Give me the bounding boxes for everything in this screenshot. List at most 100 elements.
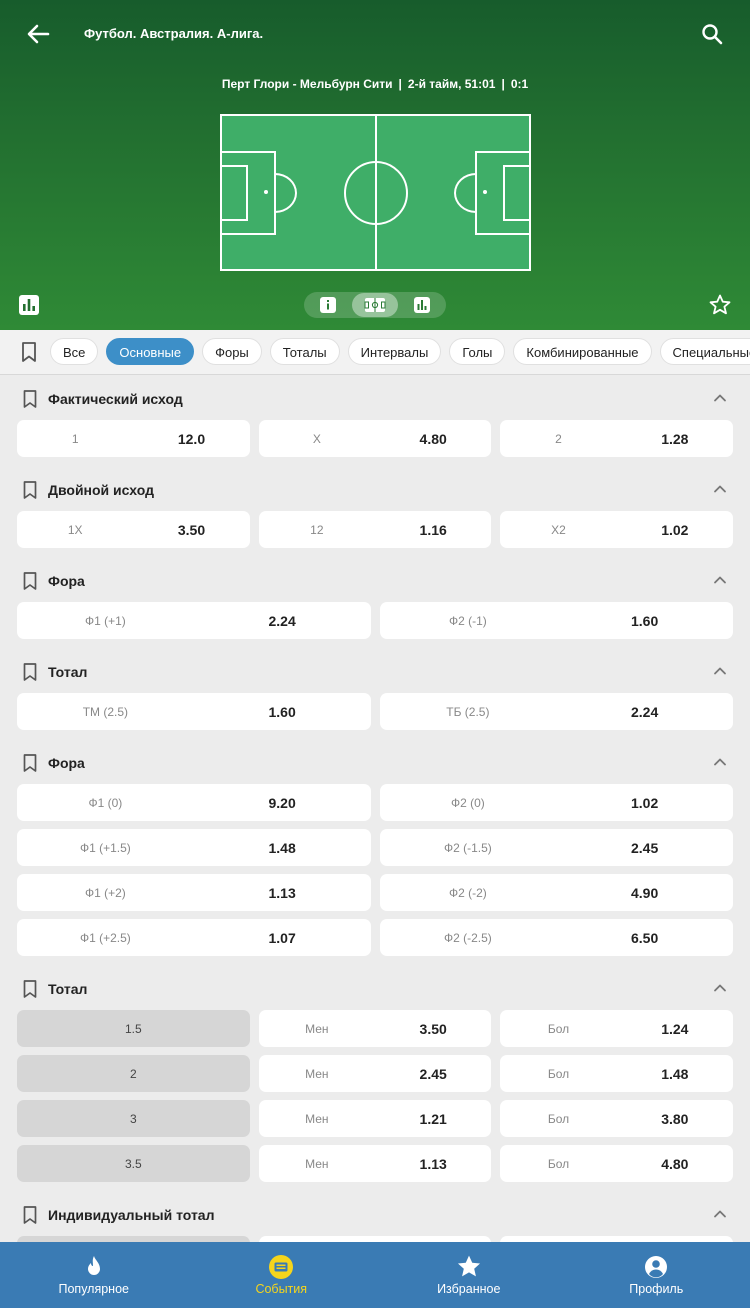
- match-header: Футбол. Австралия. А-лига. Перт Глори - …: [0, 0, 750, 330]
- odds-button[interactable]: Ф2 (-1) 1.60: [379, 602, 733, 639]
- odds-button[interactable]: X 4.80: [258, 420, 492, 457]
- filter-chip[interactable]: Все: [50, 338, 99, 365]
- stats-icon[interactable]: [399, 293, 445, 317]
- odds-button[interactable]: ТМ (2.5) 1.60: [17, 693, 371, 730]
- odds-row: Ф1 (+2) 1.13 Ф2 (-2) 4.90: [0, 874, 750, 911]
- search-icon[interactable]: [696, 18, 728, 50]
- odds-row: ТМ (2.5) 1.60 ТБ (2.5) 2.24: [0, 693, 750, 730]
- bookmark-icon[interactable]: [20, 341, 38, 363]
- odds-button[interactable]: Бол 1.24: [500, 1010, 734, 1047]
- odds-button[interactable]: Ф1 (+2.5) 1.07: [17, 919, 371, 956]
- bookmark-icon[interactable]: [22, 389, 38, 409]
- odds-row: Ф1 (+1.5) 1.48 Ф2 (-1.5) 2.45: [0, 829, 750, 866]
- bookmark-icon[interactable]: [22, 979, 38, 999]
- odds-row: 2 Мен 2.45 Бол 1.48: [0, 1055, 750, 1092]
- odds-value: 3.50: [419, 1020, 447, 1037]
- odds-button[interactable]: Мен 1.21: [258, 1100, 492, 1137]
- market-header: Тотал: [0, 649, 750, 693]
- chevron-up-icon[interactable]: [712, 481, 728, 497]
- odds-button[interactable]: Мен 1.13: [258, 1145, 492, 1182]
- odds-button[interactable]: Бол 1.48: [500, 1055, 734, 1092]
- filter-chip[interactable]: Основные: [106, 338, 195, 365]
- outcome-label: Бол: [547, 1066, 570, 1081]
- market-section: Двойной исход 1X 3.50 12 1.16 X2 1.02: [0, 467, 750, 558]
- bookmark-icon[interactable]: [22, 662, 38, 682]
- filter-chip[interactable]: Голы: [449, 338, 506, 365]
- odds-button[interactable]: Ф2 (0) 1.02: [379, 784, 733, 821]
- odds-button[interactable]: Ф2 (-2.5) 6.50: [379, 919, 733, 956]
- bookmark-icon[interactable]: [22, 480, 38, 500]
- odds-button[interactable]: 1 12.0: [17, 420, 250, 457]
- odds-button[interactable]: Бол 4.80: [500, 1145, 734, 1182]
- odds-button[interactable]: Ф2 (-2) 4.90: [379, 874, 733, 911]
- market-title: Фактический исход: [48, 391, 183, 407]
- parameter-value: 2: [129, 1066, 137, 1081]
- odds-value: 1.28: [661, 430, 689, 447]
- outcome-label: Ф2 (-1): [448, 613, 487, 628]
- odds-button[interactable]: Бол 3.80: [500, 1100, 734, 1137]
- nav-item[interactable]: Профиль: [563, 1242, 750, 1308]
- info-icon[interactable]: [305, 293, 351, 317]
- odds-value: 1.07: [268, 929, 296, 946]
- outcome-label: ТМ (2.5): [82, 704, 129, 719]
- pitch-icon[interactable]: [352, 293, 398, 317]
- chevron-up-icon[interactable]: [712, 390, 728, 406]
- bookmark-icon[interactable]: [22, 571, 38, 591]
- match-score: 0:1: [510, 77, 529, 91]
- odds-value: 3.80: [661, 1110, 689, 1127]
- parameter-value: 3: [129, 1111, 137, 1126]
- filter-chip[interactable]: Интервалы: [347, 338, 442, 365]
- nav-label: Популярное: [58, 1282, 129, 1296]
- star-outline-icon[interactable]: [708, 293, 732, 317]
- chevron-up-icon[interactable]: [712, 572, 728, 588]
- view-switcher: [304, 292, 446, 318]
- market-section: Тотал ТМ (2.5) 1.60 ТБ (2.5) 2.24: [0, 649, 750, 740]
- outcome-label: Мен: [305, 1156, 329, 1171]
- odds-value: 1.02: [661, 521, 689, 538]
- odds-value: 1.24: [661, 1020, 689, 1037]
- chevron-up-icon[interactable]: [712, 663, 728, 679]
- nav-label: Профиль: [629, 1282, 684, 1296]
- chevron-up-icon[interactable]: [712, 980, 728, 996]
- nav-item[interactable]: Популярное: [0, 1242, 188, 1308]
- odds-button[interactable]: Ф1 (+1.5) 1.48: [17, 829, 371, 866]
- back-arrow-icon[interactable]: [22, 18, 54, 50]
- filter-chip[interactable]: Форы: [202, 338, 262, 365]
- filter-chip[interactable]: Тоталы: [269, 338, 340, 365]
- match-info: Перт Глори - Мельбурн Сити | 2-й тайм, 51:…: [221, 77, 529, 91]
- flame-icon: [81, 1254, 107, 1280]
- nav-item[interactable]: Избранное: [375, 1242, 563, 1308]
- odds-button[interactable]: 12 1.16: [258, 511, 492, 548]
- odds-button[interactable]: Мен 3.50: [258, 1010, 492, 1047]
- outcome-label: Мен: [305, 1066, 329, 1081]
- filter-chip[interactable]: Специальные: [659, 338, 750, 365]
- odds-button[interactable]: 2 1.28: [500, 420, 734, 457]
- chevron-up-icon[interactable]: [712, 754, 728, 770]
- market-header: Фактический исход: [0, 376, 750, 420]
- odds-row: Ф1 (+2.5) 1.07 Ф2 (-2.5) 6.50: [0, 919, 750, 956]
- outcome-label: ТБ (2.5): [446, 704, 490, 719]
- outcome-label: Бол: [547, 1156, 570, 1171]
- odds-button[interactable]: Ф1 (+1) 2.24: [17, 602, 371, 639]
- chevron-up-icon[interactable]: [712, 1206, 728, 1222]
- odds-button[interactable]: Мен 2.45: [258, 1055, 492, 1092]
- bookmark-icon[interactable]: [22, 753, 38, 773]
- outcome-label: Ф2 (-2.5): [443, 930, 492, 945]
- market-section: Фактический исход 1 12.0 X 4.80 2 1.28: [0, 376, 750, 467]
- odds-button[interactable]: Ф1 (+2) 1.13: [17, 874, 371, 911]
- bookmark-icon[interactable]: [22, 1205, 38, 1225]
- nav-label: Избранное: [437, 1282, 501, 1296]
- odds-value: 3.50: [177, 521, 206, 538]
- odds-button[interactable]: 1X 3.50: [17, 511, 250, 548]
- bar-chart-icon[interactable]: [18, 294, 40, 316]
- filter-chip[interactable]: Комбинированные: [513, 338, 652, 365]
- outcome-label: X: [312, 431, 321, 446]
- odds-button[interactable]: Ф2 (-1.5) 2.45: [379, 829, 733, 866]
- nav-item[interactable]: События: [188, 1242, 376, 1308]
- odds-button[interactable]: ТБ (2.5) 2.24: [379, 693, 733, 730]
- odds-button[interactable]: Ф1 (0) 9.20: [17, 784, 371, 821]
- outcome-label: 2: [555, 431, 562, 446]
- odds-button[interactable]: X2 1.02: [500, 511, 734, 548]
- odds-value: 4.90: [631, 884, 659, 901]
- outcome-label: Мен: [305, 1021, 329, 1036]
